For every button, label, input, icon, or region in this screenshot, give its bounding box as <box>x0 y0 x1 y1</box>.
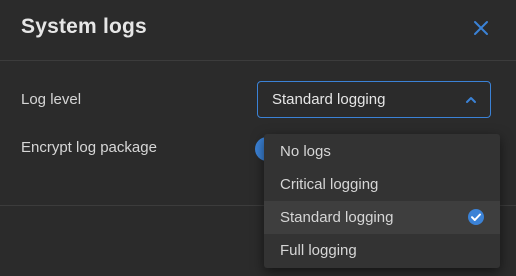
option-label: Standard logging <box>280 209 394 226</box>
close-icon <box>474 21 488 35</box>
dialog-title: System logs <box>21 15 147 38</box>
option-label: Critical logging <box>280 176 379 193</box>
log-level-dropdown-menu: No logs Critical logging Standard loggin… <box>264 134 500 268</box>
system-logs-dialog: System logs Log level Standard logging E… <box>0 0 516 276</box>
log-level-value: Standard logging <box>272 91 386 108</box>
option-full-logging[interactable]: Full logging <box>264 234 500 267</box>
close-button[interactable] <box>470 17 492 39</box>
option-critical-logging[interactable]: Critical logging <box>264 168 500 201</box>
check-circle-icon <box>468 209 484 225</box>
log-level-label: Log level <box>21 91 82 108</box>
log-level-select[interactable]: Standard logging <box>257 81 491 118</box>
encrypt-log-label: Encrypt log package <box>21 139 157 156</box>
chevron-up-icon <box>466 97 476 103</box>
dialog-header: System logs <box>0 0 516 61</box>
option-label: No logs <box>280 143 331 160</box>
option-label: Full logging <box>280 242 357 259</box>
option-no-logs[interactable]: No logs <box>264 135 500 168</box>
option-standard-logging[interactable]: Standard logging <box>264 201 500 234</box>
